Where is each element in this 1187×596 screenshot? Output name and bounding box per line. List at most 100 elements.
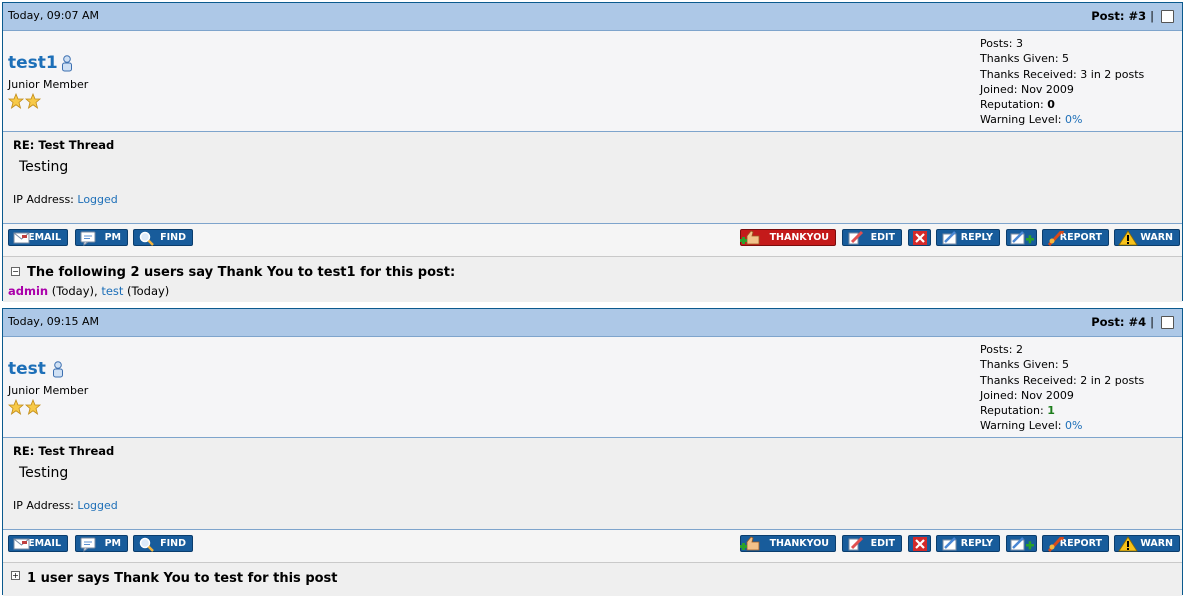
- stat-warning-level: Warning Level: 0%: [980, 419, 1083, 433]
- post-4: Today, 09:15 AM Post: #4 | test Junior Me…: [2, 308, 1183, 596]
- ip-address: IP Address: Logged: [13, 499, 118, 512]
- post-button-bar: EMAIL PM FIND THANKYOU EDIT REPLY REPORT…: [3, 530, 1182, 563]
- email-button[interactable]: EMAIL: [8, 229, 68, 246]
- thanks-user-test-when: (Today): [123, 284, 170, 298]
- pm-button[interactable]: PM: [75, 229, 128, 246]
- edit-button-label: EDIT: [870, 232, 895, 243]
- post-number[interactable]: Post: #4 |: [1091, 315, 1154, 329]
- thankyou-button-label: THANKYOU: [769, 232, 829, 243]
- stat-thanks-given: Thanks Given: 5: [980, 52, 1070, 66]
- edit-button[interactable]: EDIT: [842, 535, 902, 552]
- user-info-panel: test Junior Member Posts: 2 Thanks Given…: [3, 337, 1182, 438]
- pm-button[interactable]: PM: [75, 535, 128, 552]
- stat-posts: Posts: 2: [980, 343, 1023, 356]
- user-info-panel: test1 Junior Member Posts: 3 Thanks Give…: [3, 31, 1182, 132]
- username-link[interactable]: test: [8, 359, 46, 379]
- warn-button[interactable]: WARN: [1114, 535, 1180, 552]
- warn-button-label: WARN: [1140, 232, 1173, 243]
- thanks-panel: − The following 2 users say Thank You to…: [3, 257, 1182, 302]
- find-button[interactable]: FIND: [133, 229, 193, 246]
- multiquote-icon: [1010, 536, 1034, 550]
- report-button[interactable]: REPORT: [1042, 229, 1109, 246]
- warning-level-link[interactable]: 0%: [1065, 113, 1082, 126]
- pm-button-label: PM: [104, 538, 121, 549]
- thanks-user-test[interactable]: test: [101, 284, 123, 298]
- stat-warning-level: Warning Level: 0%: [980, 113, 1083, 127]
- post-3: Today, 09:07 AM Post: #3 | test1 Junior M…: [2, 2, 1183, 302]
- report-button-label: REPORT: [1059, 232, 1102, 243]
- post-header: Today, 09:15 AM Post: #4 |: [3, 309, 1182, 337]
- find-icon: [139, 231, 154, 246]
- delete-button[interactable]: [908, 229, 931, 246]
- reply-button[interactable]: REPLY: [936, 229, 1000, 246]
- thankyou-icon: [740, 230, 760, 245]
- email-button[interactable]: EMAIL: [8, 535, 68, 552]
- stat-thanks-given: Thanks Given: 5: [980, 358, 1070, 372]
- ip-logged-link[interactable]: Logged: [77, 193, 117, 206]
- warning-level-link[interactable]: 0%: [1065, 419, 1082, 432]
- thanks-user-admin[interactable]: admin: [8, 284, 48, 298]
- pm-icon: [80, 231, 96, 246]
- reply-icon: [942, 231, 957, 245]
- warn-icon: [1118, 536, 1138, 552]
- edit-button[interactable]: EDIT: [842, 229, 902, 246]
- warn-icon: [1118, 230, 1138, 246]
- user-stats: Posts: 2 Thanks Given: 5 Thanks Received…: [980, 342, 1144, 434]
- delete-icon: [912, 230, 927, 245]
- user-stats: Posts: 3 Thanks Given: 5 Thanks Received…: [980, 36, 1144, 128]
- find-button-label: FIND: [160, 538, 186, 549]
- report-icon: [1047, 536, 1064, 552]
- username-link[interactable]: test1: [8, 53, 58, 73]
- thankyou-button[interactable]: THANKYOU: [740, 535, 836, 552]
- expand-icon[interactable]: +: [11, 571, 20, 580]
- thanks-panel: + 1 user says Thank You to test for this…: [3, 563, 1182, 596]
- multiquote-button[interactable]: [1006, 229, 1037, 246]
- post-title: RE: Test Thread: [13, 444, 115, 458]
- thankyou-icon: [740, 536, 760, 551]
- multiquote-icon: [1010, 230, 1034, 244]
- email-button-label: EMAIL: [28, 538, 61, 549]
- edit-icon: [848, 230, 864, 245]
- stat-thanks-received: Thanks Received: 2 in 2 posts: [980, 373, 1145, 387]
- warn-button-label: WARN: [1140, 538, 1173, 549]
- find-button[interactable]: FIND: [133, 535, 193, 552]
- warn-button[interactable]: WARN: [1114, 229, 1180, 246]
- message-panel: RE: Test Thread Testing IP Address: Logg…: [3, 438, 1182, 530]
- post-select-checkbox[interactable]: [1161, 316, 1174, 329]
- edit-icon: [848, 536, 864, 551]
- email-icon: [13, 538, 30, 550]
- post-title: RE: Test Thread: [13, 138, 115, 152]
- report-button[interactable]: REPORT: [1042, 535, 1109, 552]
- post-header: Today, 09:07 AM Post: #3 |: [3, 3, 1182, 31]
- report-icon: [1047, 230, 1064, 246]
- find-button-label: FIND: [160, 232, 186, 243]
- reply-button[interactable]: REPLY: [936, 535, 1000, 552]
- post-body: Testing: [19, 465, 69, 481]
- thanks-list: admin (Today), test (Today): [8, 284, 169, 298]
- ip-logged-link[interactable]: Logged: [77, 499, 117, 512]
- post-select-checkbox[interactable]: [1161, 10, 1174, 23]
- reply-button-label: REPLY: [960, 538, 993, 549]
- stat-reputation: Reputation: 0: [980, 98, 1055, 112]
- report-button-label: REPORT: [1059, 538, 1102, 549]
- collapse-icon[interactable]: −: [11, 267, 20, 276]
- thankyou-button[interactable]: THANKYOU: [740, 229, 836, 246]
- edit-button-label: EDIT: [870, 538, 895, 549]
- star-icon: [8, 399, 42, 415]
- post-body: Testing: [19, 159, 69, 175]
- stat-thanks-received: Thanks Received: 3 in 2 posts: [980, 67, 1145, 81]
- user-title: Junior Member: [8, 78, 89, 91]
- delete-icon: [912, 536, 927, 551]
- email-icon: [13, 232, 30, 244]
- delete-button[interactable]: [908, 535, 931, 552]
- user-online-icon: [62, 55, 72, 72]
- stat-posts: Posts: 3: [980, 37, 1023, 50]
- multiquote-button[interactable]: [1006, 535, 1037, 552]
- post-number[interactable]: Post: #3 |: [1091, 9, 1154, 23]
- thanks-header: 1 user says Thank You to test for this p…: [27, 571, 338, 586]
- thanks-user-admin-when: (Today),: [48, 284, 102, 298]
- email-button-label: EMAIL: [28, 232, 61, 243]
- message-panel: RE: Test Thread Testing IP Address: Logg…: [3, 132, 1182, 224]
- thanks-header: The following 2 users say Thank You to t…: [27, 265, 456, 280]
- post-button-bar: EMAIL PM FIND THANKYOU EDIT REPLY REPORT…: [3, 224, 1182, 257]
